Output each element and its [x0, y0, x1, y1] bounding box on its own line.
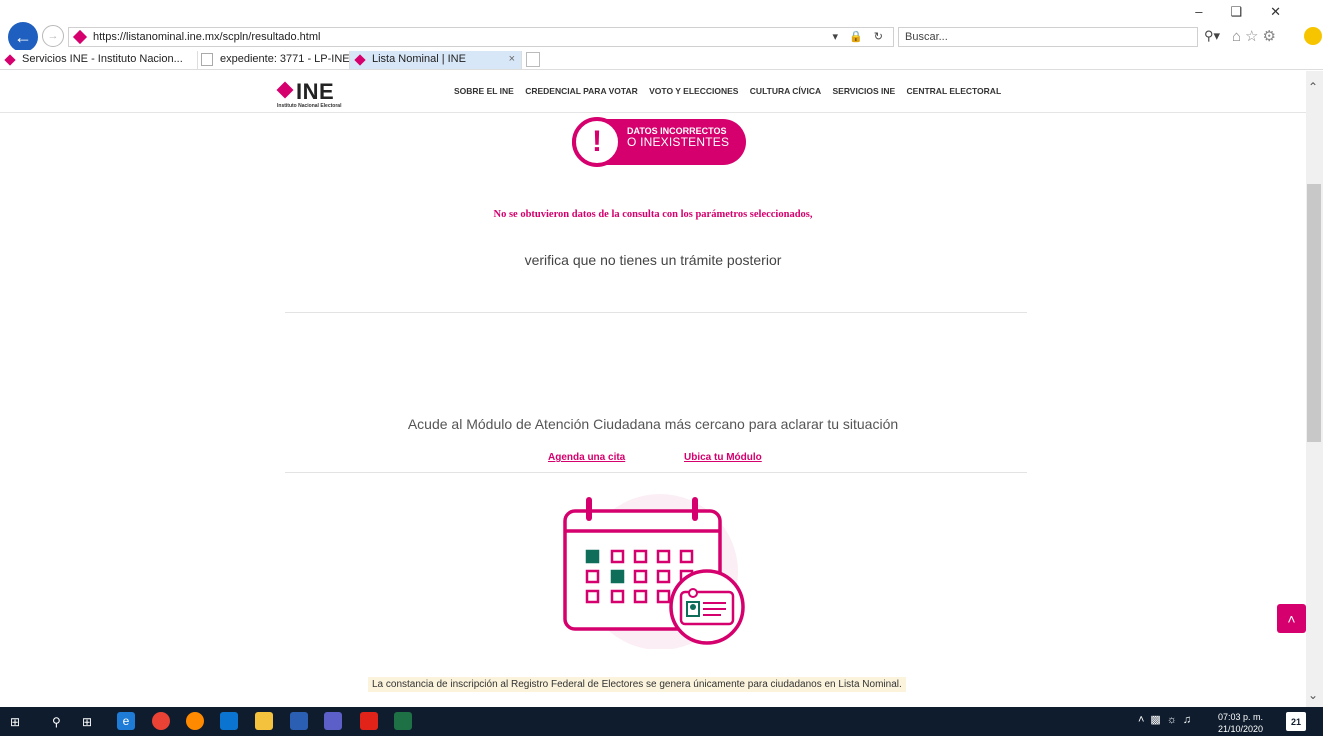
chrome-icon[interactable]	[152, 712, 170, 730]
window-controls[interactable]: –❑✕	[1195, 4, 1309, 20]
taskbar-clock[interactable]: 07:03 p. m. 21/10/2020	[1218, 711, 1263, 735]
word-icon[interactable]	[290, 712, 308, 730]
close-tab-icon[interactable]: ×	[509, 53, 515, 65]
internet-explorer-icon[interactable]: e	[117, 712, 135, 730]
ine-logo[interactable]: INE Instituto Nacional Electoral	[276, 79, 366, 109]
ubica-modulo-link[interactable]: Ubica tu Módulo	[684, 452, 762, 463]
tab-lista-nominal[interactable]: Lista Nominal | INE ×	[350, 51, 522, 69]
outlook-icon[interactable]	[220, 712, 238, 730]
hint-message: verifica que no tienes un trámite poster…	[524, 252, 782, 268]
tab-label: Lista Nominal | INE	[372, 53, 466, 65]
scrollbar-thumb[interactable]	[1307, 184, 1321, 442]
scroll-down-arrow-icon[interactable]: ⌄	[1308, 688, 1318, 702]
calendar-illustration-icon	[563, 494, 745, 649]
url-text: https://listanominal.ine.mx/scpln/result…	[93, 31, 321, 43]
ine-favicon-icon	[4, 54, 16, 66]
error-badge-text: DATOS INCORRECTOS O INEXISTENTES	[627, 126, 730, 150]
notifications-badge[interactable]: 21	[1286, 712, 1306, 731]
address-bar[interactable]: https://listanominal.ine.mx/scpln/result…	[68, 27, 894, 47]
browser-search-input[interactable]: Buscar...	[898, 27, 1198, 47]
forward-button[interactable]: →	[42, 25, 64, 47]
search-icon[interactable]: ⚲▾	[1204, 28, 1220, 44]
firefox-icon[interactable]	[186, 712, 204, 730]
address-tools-icons[interactable]: ▾ 🔒 ↻	[832, 30, 887, 43]
nav-sobre-el-ine[interactable]: SOBRE EL INE	[454, 86, 514, 96]
nav-servicios-ine[interactable]: SERVICIOS INE	[832, 86, 895, 96]
clock-date: 21/10/2020	[1218, 724, 1264, 735]
search-icon[interactable]: ⚲	[52, 712, 61, 731]
windows-start-icon[interactable]: ⊞	[10, 712, 20, 731]
task-view-icon[interactable]: ⊞	[82, 712, 92, 731]
divider	[285, 312, 1027, 313]
windows-taskbar: ⊞ ⚲ ⊞ e	[0, 707, 1323, 736]
nav-central-electoral[interactable]: CENTRAL ELECTORAL	[907, 86, 1002, 96]
browser-chrome: ← → https://listanominal.ine.mx/scpln/re…	[0, 0, 1323, 52]
clock-time: 07:03 p. m.	[1218, 712, 1264, 722]
tab-label: expediente: 3771 - LP-INE-019...	[220, 53, 350, 65]
system-tray-icons[interactable]: ˄▩☼♫	[1138, 713, 1197, 726]
error-message: No se obtuvieron datos de la consulta co…	[493, 209, 813, 220]
acrobat-icon[interactable]	[360, 712, 378, 730]
nav-cultura-civica[interactable]: CULTURA CÍVICA	[750, 86, 821, 96]
scroll-up-arrow-icon[interactable]: ⌃	[1308, 80, 1318, 94]
attention-module-message: Acude al Módulo de Atención Ciudadana má…	[407, 416, 899, 432]
tab-bar: Servicios INE - Instituto Nacion... expe…	[0, 50, 1323, 70]
agenda-cita-link[interactable]: Agenda una cita	[548, 452, 625, 463]
exclamation-icon: !	[572, 117, 622, 167]
document-icon	[201, 53, 213, 66]
ine-diamond-icon	[276, 81, 294, 99]
divider	[285, 472, 1027, 473]
feedback-smiley-icon[interactable]	[1304, 27, 1322, 45]
main-nav: SOBRE EL INE CREDENCIAL PARA VOTAR VOTO …	[454, 86, 1010, 96]
ine-favicon-icon	[72, 29, 88, 45]
file-explorer-icon[interactable]	[255, 712, 273, 730]
toolbar-icons[interactable]: ⌂☆⚙	[1232, 27, 1280, 45]
excel-icon[interactable]	[394, 712, 412, 730]
tab-expediente[interactable]: expediente: 3771 - LP-INE-019...	[198, 51, 350, 69]
scroll-to-top-button[interactable]: ˄	[1277, 604, 1306, 633]
nav-credencial[interactable]: CREDENCIAL PARA VOTAR	[525, 86, 638, 96]
tab-servicios-ine[interactable]: Servicios INE - Instituto Nacion...	[0, 51, 198, 69]
teams-icon[interactable]	[324, 712, 342, 730]
ine-favicon-icon	[354, 54, 366, 66]
page-content: INE Instituto Nacional Electoral SOBRE E…	[0, 71, 1306, 707]
new-tab-button[interactable]	[526, 52, 540, 67]
nav-voto-elecciones[interactable]: VOTO Y ELECCIONES	[649, 86, 738, 96]
site-header: INE Instituto Nacional Electoral SOBRE E…	[0, 71, 1306, 113]
back-button[interactable]: ←	[8, 22, 38, 52]
constancia-notice: La constancia de inscripción al Registro…	[368, 677, 906, 692]
tab-label: Servicios INE - Instituto Nacion...	[22, 53, 183, 65]
